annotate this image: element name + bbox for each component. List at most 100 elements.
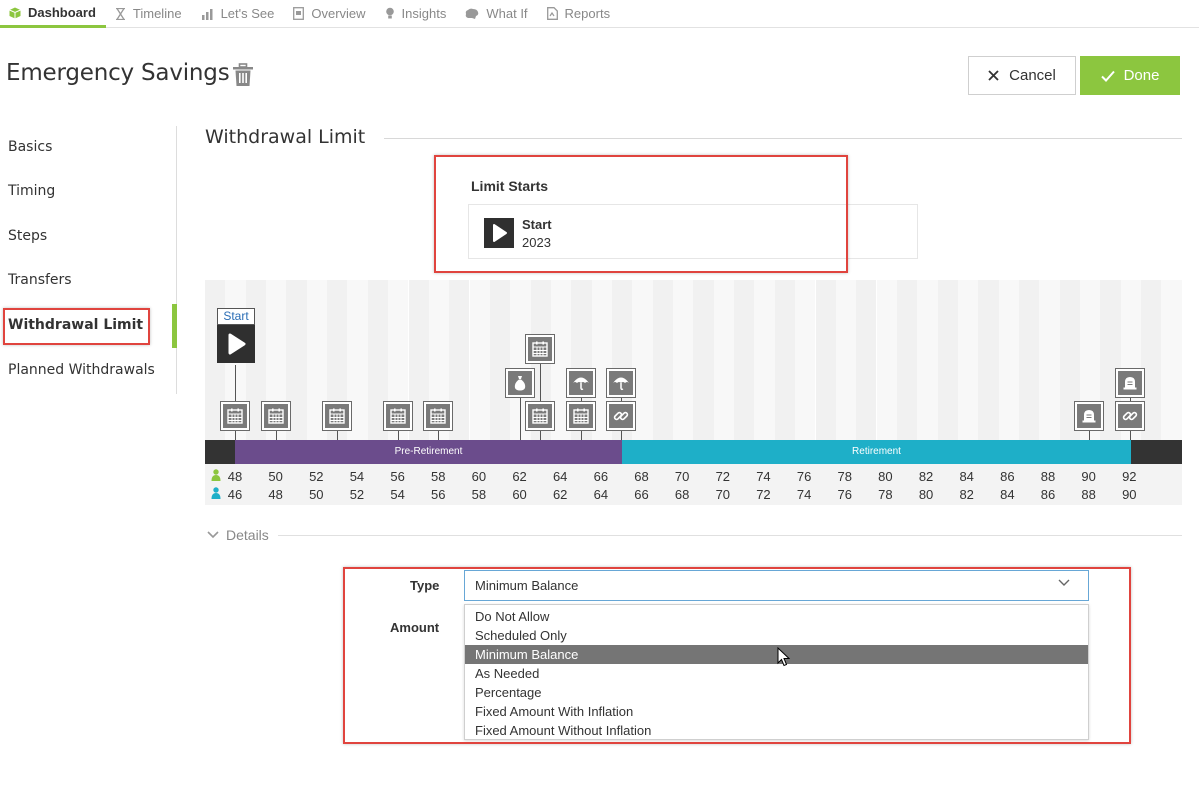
money-bag-icon[interactable] [505,368,535,398]
section-title: Withdrawal Limit [205,126,366,148]
option-fixed-amount-without-inflation[interactable]: Fixed Amount Without Inflation [465,721,1088,740]
timeline-bar-before [205,440,235,464]
sidebar-item-steps[interactable]: Steps [8,228,47,244]
age-label: 88 [1081,487,1096,502]
sidebar-item-withdrawal-limit[interactable]: Withdrawal Limit [8,317,143,333]
tab-label: Dashboard [28,5,96,20]
sidebar-item-timing[interactable]: Timing [8,183,55,199]
timeline-stripe [957,280,979,440]
age-label: 84 [1000,487,1015,502]
bell-icon[interactable] [1115,368,1145,398]
calendar-icon[interactable] [220,401,250,431]
option-percentage[interactable]: Percentage [465,683,1088,702]
age-label: 92 [1122,469,1137,484]
option-do-not-allow[interactable]: Do Not Allow [465,607,1088,626]
calendar-icon[interactable] [423,401,453,431]
brain-icon [466,8,479,19]
age-label: 56 [390,469,405,484]
age-label: 68 [634,469,649,484]
calendar-icon[interactable] [322,401,352,431]
tab-insights[interactable]: Insights [376,0,457,27]
event-stem [398,430,399,440]
check-icon [1100,70,1115,82]
pre-retirement-bar: Pre-Retirement [235,440,622,464]
link-icon[interactable] [606,401,636,431]
timeline-stripe [713,280,735,440]
timeline-stripe [1141,280,1162,440]
tab-label: Insights [401,6,447,21]
age-label: 66 [634,487,649,502]
details-toggle[interactable]: Details [207,527,269,543]
tab-what-if[interactable]: What If [456,0,537,27]
bell-icon[interactable] [1074,401,1104,431]
tab-dashboard[interactable]: Dashboard [0,0,106,28]
age-row-person2: 46 48 50 52 54 56 58 60 62 64 66 68 70 72 74 76 78 80 82 84… [205,487,1182,504]
tab-overview[interactable]: Overview [284,0,375,27]
timeline-stripe [896,280,918,440]
limit-start-card[interactable]: Start 2023 [468,204,918,259]
sidebar-item-basics[interactable]: Basics [8,139,52,155]
age-label: 48 [227,469,243,484]
age-label: 62 [552,487,568,502]
timeline-stripe [1161,280,1182,440]
type-dropdown: Do Not Allow Scheduled Only Minimum Bala… [464,604,1089,740]
cancel-button[interactable]: Cancel [968,56,1076,95]
tab-timeline[interactable]: Timeline [106,0,192,27]
start-marker[interactable]: Start [217,308,255,365]
timeline-stripe [917,280,938,440]
sidebar-item-transfers[interactable]: Transfers [8,272,72,288]
option-fixed-amount-with-inflation[interactable]: Fixed Amount With Inflation [465,702,1088,721]
chevron-down-icon [1058,579,1070,586]
age-label: 58 [471,487,487,502]
amount-label: Amount [390,620,440,635]
age-label: 56 [431,487,446,502]
timeline-stripe [449,280,470,440]
retirement-bar: Retirement [622,440,1131,464]
age-label: 72 [715,469,731,484]
timeline-stripe [754,280,775,440]
timeline-stripe [876,280,897,440]
umbrella-icon[interactable] [606,368,636,398]
calendar-icon[interactable] [525,334,555,364]
divider [384,138,1182,139]
option-scheduled-only[interactable]: Scheduled Only [465,626,1088,645]
timeline-bar-after [1131,440,1182,464]
mouse-cursor-icon [777,647,790,667]
age-row-person1: 48 50 52 54 56 58 60 62 64 66 68 70 72 74 76 78 80 82 84 86… [205,469,1182,486]
age-label: 46 [227,487,243,502]
age-label: 52 [349,487,365,502]
age-label: 80 [878,469,893,484]
calendar-icon[interactable] [525,401,555,431]
type-select[interactable]: Minimum Balance [464,570,1089,601]
age-label: 88 [1040,469,1056,484]
close-icon [988,70,999,81]
bar-chart-icon [201,8,213,20]
cube-icon [9,7,21,18]
timeline-stripe [469,280,490,440]
timeline-stripe [652,280,673,440]
age-label: 52 [309,469,324,484]
link-icon[interactable] [1115,401,1145,431]
timeline-stripe [815,280,836,440]
age-label: 76 [837,487,852,502]
calendar-icon[interactable] [261,401,291,431]
umbrella-icon[interactable] [566,368,596,398]
sidebar-item-planned-withdrawals[interactable]: Planned Withdrawals [8,362,155,378]
timeline-stripe [632,280,653,440]
age-label: 70 [715,487,731,502]
age-label: 86 [1000,469,1015,484]
calendar-icon[interactable] [383,401,413,431]
timeline-chart: Start Pre-Retirement Retirement 48 50 52 54… [205,280,1182,505]
done-button[interactable]: Done [1080,56,1180,95]
tab-label: What If [486,6,528,21]
timeline-stripe [937,280,958,440]
document-icon [293,7,305,20]
calendar-icon[interactable] [566,401,596,431]
trash-icon [233,63,253,86]
age-label: 68 [674,487,690,502]
delete-button[interactable] [232,63,254,92]
report-icon [546,7,558,20]
tab-lets-see[interactable]: Let's See [192,0,285,27]
event-stem [438,430,439,440]
tab-reports[interactable]: Reports [538,0,621,27]
